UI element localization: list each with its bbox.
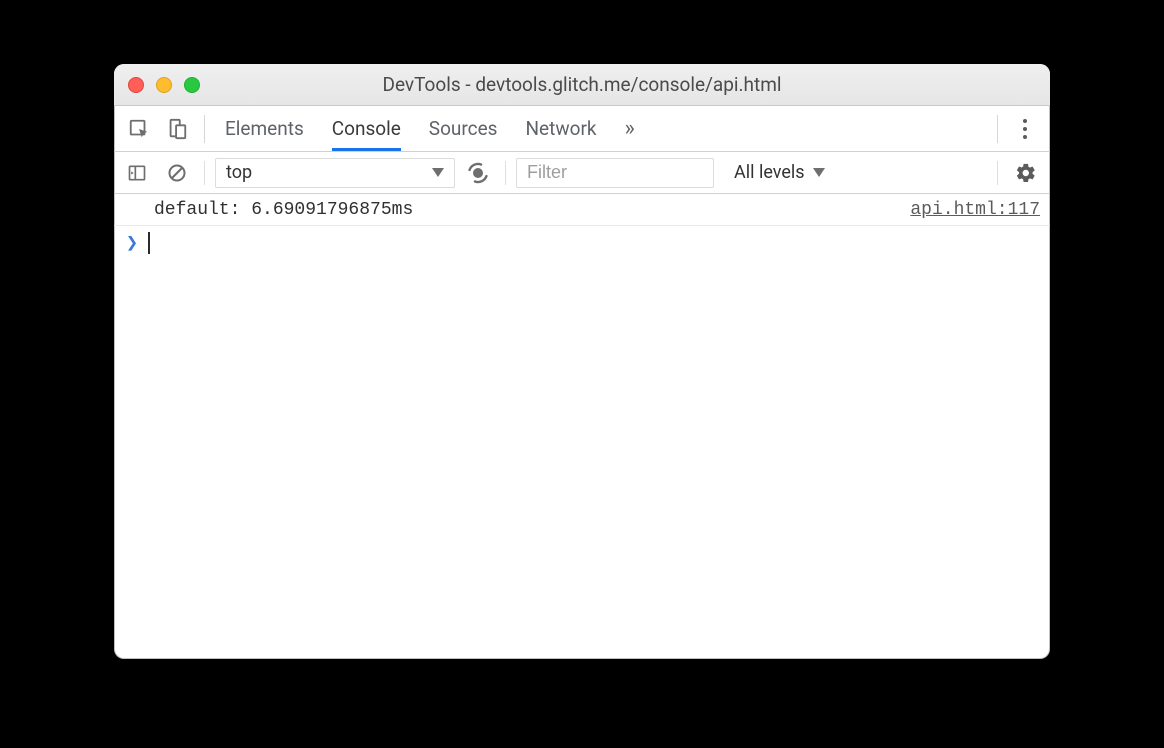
devtools-window: DevTools - devtools.glitch.me/console/ap… <box>114 64 1050 659</box>
console-log-source-link[interactable]: api.html:117 <box>910 200 1040 220</box>
minimize-window-button[interactable] <box>156 77 172 93</box>
more-options-button[interactable] <box>1006 106 1044 152</box>
dot-icon <box>1023 135 1027 139</box>
console-settings-icon[interactable] <box>1008 152 1044 194</box>
divider <box>997 115 998 143</box>
filter-input[interactable] <box>516 158 714 188</box>
dot-icon <box>1023 119 1027 123</box>
divider <box>997 161 998 185</box>
inspect-element-icon[interactable] <box>120 106 158 152</box>
execution-context-value: top <box>226 162 252 183</box>
titlebar: DevTools - devtools.glitch.me/console/ap… <box>114 64 1050 106</box>
tab-elements[interactable]: Elements <box>225 106 304 151</box>
close-window-button[interactable] <box>128 77 144 93</box>
dot-icon <box>1023 127 1027 131</box>
execution-context-select[interactable]: top <box>215 158 455 188</box>
prompt-chevron-icon: ❯ <box>126 230 138 256</box>
divider <box>505 161 506 185</box>
tab-sources[interactable]: Sources <box>429 106 498 151</box>
console-log-message: default: 6.69091796875ms <box>154 200 413 220</box>
toolbar-right <box>989 106 1044 152</box>
divider <box>204 161 205 185</box>
panel-tabs: Elements Console Sources Network » <box>213 106 635 151</box>
chevron-down-icon <box>432 168 444 177</box>
tab-console[interactable]: Console <box>332 106 401 151</box>
chevron-down-icon <box>813 168 825 177</box>
clear-console-icon[interactable] <box>160 152 194 194</box>
divider <box>204 115 205 143</box>
log-levels-label: All levels <box>734 162 805 183</box>
console-filterbar: top All levels <box>114 152 1050 194</box>
tabs-overflow-button[interactable]: » <box>625 106 635 151</box>
tab-network[interactable]: Network <box>525 106 596 151</box>
console-prompt[interactable]: ❯ <box>114 226 1050 260</box>
window-controls <box>128 77 200 93</box>
toggle-sidebar-icon[interactable] <box>120 152 154 194</box>
log-levels-select[interactable]: All levels <box>734 162 825 183</box>
console-body: default: 6.69091796875ms api.html:117 ❯ <box>114 194 1050 659</box>
text-cursor <box>148 232 150 254</box>
console-log-row[interactable]: default: 6.69091796875ms api.html:117 <box>114 194 1050 226</box>
window-title: DevTools - devtools.glitch.me/console/ap… <box>114 73 1050 96</box>
device-toolbar-icon[interactable] <box>158 106 196 152</box>
maximize-window-button[interactable] <box>184 77 200 93</box>
live-expression-icon[interactable] <box>461 152 495 194</box>
main-toolbar: Elements Console Sources Network » <box>114 106 1050 152</box>
